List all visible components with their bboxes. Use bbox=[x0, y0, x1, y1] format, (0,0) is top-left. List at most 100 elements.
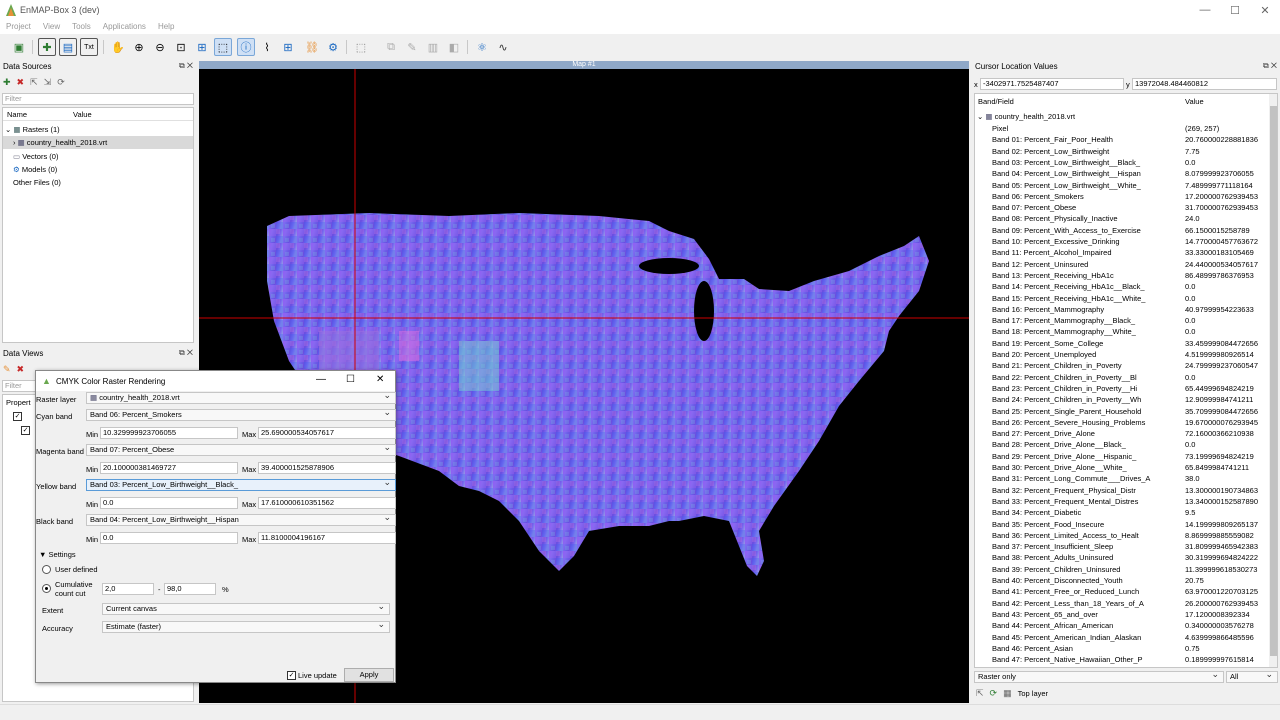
top-layer-label[interactable]: Top layer bbox=[1018, 689, 1048, 698]
wave-icon[interactable]: ∿ bbox=[494, 38, 512, 56]
view-checkbox[interactable]: ✓ bbox=[13, 412, 22, 421]
cursor-value-row[interactable]: Band 20: Percent_Unemployed 4.51999998092… bbox=[975, 349, 1269, 360]
cursor-value-row[interactable]: Band 39: Percent_Children_Uninsured 11.39… bbox=[975, 564, 1269, 575]
cursor-value-row[interactable]: Band 25: Percent_Single_Parent_Household… bbox=[975, 406, 1269, 417]
cursor-value-row[interactable]: Band 24: Percent_Children_in_Poverty__Wh… bbox=[975, 394, 1269, 405]
extent-select[interactable]: Current canvas bbox=[102, 603, 390, 615]
save-edits-icon[interactable]: ▥ bbox=[424, 38, 442, 56]
cut-low-spinbox[interactable]: 2,0 bbox=[102, 583, 154, 595]
pan-icon[interactable]: ✋ bbox=[109, 38, 127, 56]
accuracy-select[interactable]: Estimate (faster) bbox=[102, 621, 390, 633]
add-source-icon[interactable]: ✚ bbox=[3, 77, 11, 88]
cursor-value-row[interactable]: Band 21: Percent_Children_in_Poverty 24.7… bbox=[975, 360, 1269, 371]
cursor-layer-row[interactable]: ⌄ ▦ country_health_2018.vrt bbox=[977, 110, 1075, 123]
cursor-value-row[interactable]: Band 37: Percent_Insufficient_Sleep 31.80… bbox=[975, 541, 1269, 552]
pointer-icon[interactable]: ⇱ bbox=[976, 688, 984, 699]
cursor-value-row[interactable]: Band 06: Percent_Smokers 17.2000007629394… bbox=[975, 191, 1269, 202]
expand-icon[interactable]: ⇲ bbox=[44, 77, 52, 88]
cursor-values-scrollbar[interactable] bbox=[1269, 94, 1277, 667]
zoom-out-icon[interactable]: ⊖ bbox=[151, 38, 169, 56]
cursor-value-row[interactable]: Band 38: Percent_Adults_Uninsured 30.3199… bbox=[975, 552, 1269, 563]
cursor-value-row[interactable]: Band 28: Percent_Drive_Alone__Black_ 0.0 bbox=[975, 439, 1269, 450]
magenta-min-input[interactable]: 20.100000381469727 bbox=[100, 462, 238, 474]
refresh-icon[interactable]: ⟳ bbox=[57, 77, 65, 88]
select-features-icon[interactable]: ⬚ bbox=[352, 38, 370, 56]
black-min-input[interactable]: 0.0 bbox=[100, 532, 238, 544]
cursor-value-row[interactable]: Band 08: Percent_Physically_Inactive 24.0 bbox=[975, 213, 1269, 224]
cursor-value-row[interactable]: Band 11: Percent_Alcohol_Impaired 33.3300… bbox=[975, 247, 1269, 258]
cursor-value-row[interactable]: Pixel (269, 257) bbox=[975, 123, 1269, 134]
menu-tools[interactable]: Tools bbox=[66, 20, 97, 34]
settings-icon[interactable]: ⚙ bbox=[324, 38, 342, 56]
apply-button[interactable]: Apply bbox=[344, 668, 394, 682]
text-icon[interactable]: Txt bbox=[80, 38, 98, 56]
save-icon[interactable]: ▤ bbox=[59, 38, 77, 56]
black-band-select[interactable]: Band 04: Percent_Low_Birthweight__Hispan bbox=[86, 514, 396, 526]
zoom-in-icon[interactable]: ⊕ bbox=[130, 38, 148, 56]
cyan-band-select[interactable]: Band 06: Percent_Smokers bbox=[86, 409, 396, 421]
scrollbar-thumb[interactable] bbox=[1270, 106, 1277, 656]
cursor-value-row[interactable]: Band 18: Percent_Mammography__White_ 0.0 bbox=[975, 326, 1269, 337]
data-sources-filter[interactable]: Filter bbox=[2, 93, 194, 105]
cursor-value-row[interactable]: Band 01: Percent_Fair_Poor_Health 20.7600… bbox=[975, 134, 1269, 145]
cyan-min-input[interactable]: 10.329999923706055 bbox=[100, 427, 238, 439]
add-view-icon[interactable]: ✎ bbox=[3, 364, 11, 375]
panel-float-close-icon[interactable]: ⧉ ✕ bbox=[179, 348, 193, 358]
cursor-value-row[interactable]: Band 03: Percent_Low_Birthweight__Black_… bbox=[975, 157, 1269, 168]
layer-style-icon[interactable]: ◧ bbox=[445, 38, 463, 56]
dialog-maximize-icon[interactable]: ☐ bbox=[346, 374, 355, 385]
dialog-minimize-icon[interactable]: — bbox=[316, 374, 326, 385]
cursor-value-row[interactable]: Band 35: Percent_Food_Insecure 14.1999998… bbox=[975, 519, 1269, 530]
settings-toggle[interactable]: ▼ Settings bbox=[39, 550, 76, 559]
cursor-value-row[interactable]: Band 42: Percent_Less_than_18_Years_of_A… bbox=[975, 598, 1269, 609]
deselect-icon[interactable]: ⧉ bbox=[382, 38, 400, 56]
digitize-icon[interactable]: ✎ bbox=[403, 38, 421, 56]
yellow-max-input[interactable]: 17.610000610351562 bbox=[258, 497, 396, 509]
cursor-value-row[interactable]: Band 10: Percent_Excessive_Drinking 14.77… bbox=[975, 236, 1269, 247]
cursor-value-row[interactable]: Band 23: Percent_Children_in_Poverty__Hi… bbox=[975, 383, 1269, 394]
cursor-value-row[interactable]: Band 04: Percent_Low_Birthweight__Hispan… bbox=[975, 168, 1269, 179]
cursor-value-row[interactable]: Band 15: Percent_Receiving_HbA1c__White_… bbox=[975, 293, 1269, 304]
select-icon[interactable]: ⬚ bbox=[214, 38, 232, 56]
menu-help[interactable]: Help bbox=[152, 20, 180, 34]
user-defined-radio[interactable] bbox=[42, 565, 51, 574]
cursor-value-row[interactable]: Band 07: Percent_Obese 31.700000762939453 bbox=[975, 202, 1269, 213]
remove-source-icon[interactable]: ✖ bbox=[17, 77, 25, 88]
properties-tab[interactable]: Propert bbox=[6, 398, 31, 407]
raster-layer-select[interactable]: ▦ country_health_2018.vrt bbox=[86, 392, 396, 404]
cursor-value-row[interactable]: Band 26: Percent_Severe_Housing_Problems… bbox=[975, 417, 1269, 428]
cursor-value-row[interactable]: Band 45: Percent_American_Indian_Alaskan… bbox=[975, 632, 1269, 643]
cursor-value-row[interactable]: Band 33: Percent_Frequent_Mental_Distres… bbox=[975, 496, 1269, 507]
magenta-band-select[interactable]: Band 07: Percent_Obese bbox=[86, 444, 396, 456]
panel-float-close-icon[interactable]: ⧉ ✕ bbox=[1263, 61, 1277, 71]
mode-select[interactable]: Raster only bbox=[974, 671, 1224, 683]
minimize-button[interactable]: — bbox=[1190, 0, 1220, 20]
collapse-icon[interactable]: ⇱ bbox=[30, 77, 38, 88]
pixel-grid-icon[interactable]: ⊞ bbox=[279, 38, 297, 56]
tree-raster-file[interactable]: › ▦ country_health_2018.vrt bbox=[3, 136, 193, 149]
cursor-value-row[interactable]: Band 31: Percent_Long_Commute___Drives_A… bbox=[975, 473, 1269, 484]
dialog-close-icon[interactable]: ✕ bbox=[376, 374, 384, 385]
zoom-layer-icon[interactable]: ⊞ bbox=[193, 38, 211, 56]
cursor-value-row[interactable]: Band 05: Percent_Low_Birthweight__White_… bbox=[975, 180, 1269, 191]
menu-project[interactable]: Project bbox=[0, 20, 37, 34]
open-project-icon[interactable]: ▣ bbox=[10, 38, 28, 56]
cursor-value-row[interactable]: Band 36: Percent_Limited_Access_to_Healt… bbox=[975, 530, 1269, 541]
cursor-value-row[interactable]: Band 27: Percent_Drive_Alone 72.160003662… bbox=[975, 428, 1269, 439]
cut-high-spinbox[interactable]: 98,0 bbox=[164, 583, 216, 595]
data-views-filter[interactable]: Filter bbox=[2, 380, 36, 392]
y-coordinate-field[interactable]: 13972048.484460812 bbox=[1132, 78, 1277, 90]
cursor-value-row[interactable]: Band 02: Percent_Low_Birthweight 7.75 bbox=[975, 146, 1269, 157]
cursor-value-row[interactable]: Band 16: Percent_Mammography 40.979999542… bbox=[975, 304, 1269, 315]
spectral-profile-icon[interactable]: ⌇ bbox=[258, 38, 276, 56]
remove-view-icon[interactable]: ✖ bbox=[17, 364, 25, 375]
black-max-input[interactable]: 11.8100004196167 bbox=[258, 532, 396, 544]
cursor-value-row[interactable]: Band 17: Percent_Mammography__Black_ 0.0 bbox=[975, 315, 1269, 326]
cursor-value-row[interactable]: Band 41: Percent_Free_or_Reduced_Lunch 63… bbox=[975, 586, 1269, 597]
cursor-value-row[interactable]: Band 30: Percent_Drive_Alone__White_ 65.8… bbox=[975, 462, 1269, 473]
cumulative-radio[interactable] bbox=[42, 584, 51, 593]
cursor-value-row[interactable]: Band 29: Percent_Drive_Alone__Hispanic_ 7… bbox=[975, 451, 1269, 462]
tree-other-files[interactable]: Other Files (0) bbox=[13, 176, 61, 189]
identify-icon[interactable]: ⓘ bbox=[237, 38, 255, 56]
refresh-icon[interactable]: ⟳ bbox=[990, 688, 998, 699]
